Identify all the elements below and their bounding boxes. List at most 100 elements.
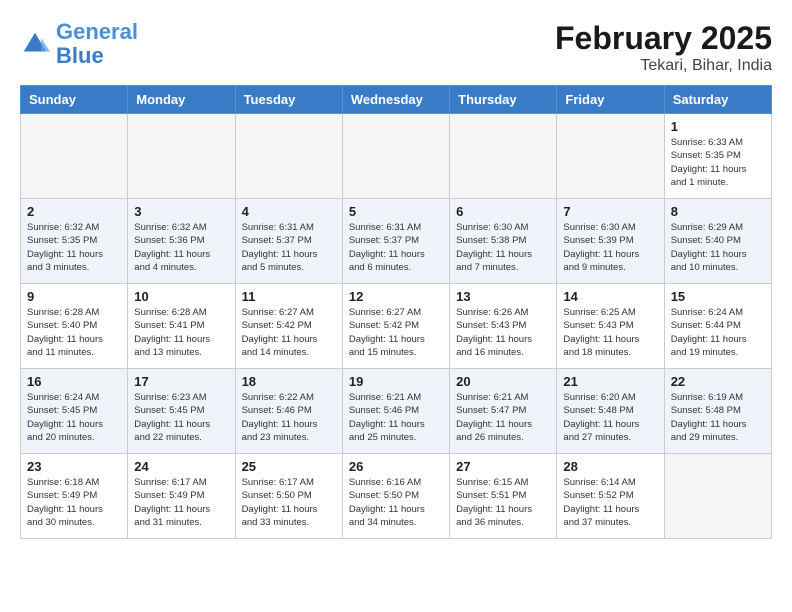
calendar-cell: 10 Sunrise: 6:28 AM Sunset: 5:41 PM Dayli… [128,284,235,369]
calendar-cell: 4Sunrise: 6:31 AM Sunset: 5:37 PM Daylig… [235,199,342,284]
day-number: 8 [671,204,765,219]
day-number: 22 [671,374,765,389]
day-number: 27 [456,459,550,474]
calendar-cell: 5 Sunrise: 6:31 AM Sunset: 5:37 PM Daylig… [342,199,449,284]
calendar-cell: 25 Sunrise: 6:17 AM Sunset: 5:50 PM Dayli… [235,454,342,539]
calendar-cell: 28Sunrise: 6:14 AM Sunset: 5:52 PM Dayli… [557,454,664,539]
calendar-cell: 19Sunrise: 6:21 AM Sunset: 5:46 PM Dayli… [342,369,449,454]
day-number: 2 [27,204,121,219]
calendar-cell: 22 Sunrise: 6:19 AM Sunset: 5:48 PM Dayli… [664,369,771,454]
calendar: SundayMondayTuesdayWednesdayThursdayFrid… [20,85,772,539]
day-number: 10 [134,289,228,304]
day-number: 17 [134,374,228,389]
logo-blue: Blue [56,43,104,68]
day-number: 13 [456,289,550,304]
day-number: 5 [349,204,443,219]
weekday-header-friday: Friday [557,86,664,114]
day-info: Sunrise: 6:27 AM Sunset: 5:42 PM Dayligh… [349,306,443,359]
calendar-cell [235,114,342,199]
day-info: Sunrise: 6:30 AM Sunset: 5:38 PM Dayligh… [456,221,550,274]
day-number: 18 [242,374,336,389]
calendar-cell: 12Sunrise: 6:27 AM Sunset: 5:42 PM Dayli… [342,284,449,369]
location: Tekari, Bihar, India [555,57,772,75]
day-number: 25 [242,459,336,474]
day-info: Sunrise: 6:31 AM Sunset: 5:37 PM Dayligh… [349,221,443,274]
calendar-cell [664,454,771,539]
day-info: Sunrise: 6:21 AM Sunset: 5:47 PM Dayligh… [456,391,550,444]
calendar-cell: 27 Sunrise: 6:15 AM Sunset: 5:51 PM Dayli… [450,454,557,539]
day-info: Sunrise: 6:17 AM Sunset: 5:49 PM Dayligh… [134,476,228,529]
day-number: 4 [242,204,336,219]
page-header: General Blue February 2025 Tekari, Bihar… [20,20,772,75]
day-info: Sunrise: 6:27 AM Sunset: 5:42 PM Dayligh… [242,306,336,359]
calendar-cell: 24 Sunrise: 6:17 AM Sunset: 5:49 PM Dayli… [128,454,235,539]
calendar-cell [128,114,235,199]
calendar-cell: 2 Sunrise: 6:32 AM Sunset: 5:35 PM Daylig… [21,199,128,284]
day-info: Sunrise: 6:22 AM Sunset: 5:46 PM Dayligh… [242,391,336,444]
day-info: Sunrise: 6:16 AM Sunset: 5:50 PM Dayligh… [349,476,443,529]
logo-icon [20,29,50,59]
day-number: 9 [27,289,121,304]
calendar-cell: 26 Sunrise: 6:16 AM Sunset: 5:50 PM Dayli… [342,454,449,539]
calendar-cell: 14 Sunrise: 6:25 AM Sunset: 5:43 PM Dayli… [557,284,664,369]
day-info: Sunrise: 6:24 AM Sunset: 5:44 PM Dayligh… [671,306,765,359]
calendar-cell: 1 Sunrise: 6:33 AM Sunset: 5:35 PM Daylig… [664,114,771,199]
day-number: 14 [563,289,657,304]
day-info: Sunrise: 6:25 AM Sunset: 5:43 PM Dayligh… [563,306,657,359]
day-number: 11 [242,289,336,304]
day-number: 26 [349,459,443,474]
calendar-cell: 9 Sunrise: 6:28 AM Sunset: 5:40 PM Daylig… [21,284,128,369]
calendar-cell: 17 Sunrise: 6:23 AM Sunset: 5:45 PM Dayli… [128,369,235,454]
logo-general: General [56,19,138,44]
weekday-header-monday: Monday [128,86,235,114]
calendar-cell: 6 Sunrise: 6:30 AM Sunset: 5:38 PM Daylig… [450,199,557,284]
calendar-cell [342,114,449,199]
weekday-header-sunday: Sunday [21,86,128,114]
calendar-cell: 13 Sunrise: 6:26 AM Sunset: 5:43 PM Dayli… [450,284,557,369]
day-number: 6 [456,204,550,219]
day-info: Sunrise: 6:18 AM Sunset: 5:49 PM Dayligh… [27,476,121,529]
weekday-header-row: SundayMondayTuesdayWednesdayThursdayFrid… [21,86,772,114]
calendar-cell: 18 Sunrise: 6:22 AM Sunset: 5:46 PM Dayli… [235,369,342,454]
calendar-cell [21,114,128,199]
weekday-header-tuesday: Tuesday [235,86,342,114]
logo: General Blue [20,20,138,68]
day-number: 19 [349,374,443,389]
day-number: 15 [671,289,765,304]
day-info: Sunrise: 6:23 AM Sunset: 5:45 PM Dayligh… [134,391,228,444]
weekday-header-thursday: Thursday [450,86,557,114]
title-block: February 2025 Tekari, Bihar, India [555,20,772,75]
day-number: 24 [134,459,228,474]
day-info: Sunrise: 6:29 AM Sunset: 5:40 PM Dayligh… [671,221,765,274]
day-info: Sunrise: 6:30 AM Sunset: 5:39 PM Dayligh… [563,221,657,274]
calendar-cell: 3Sunrise: 6:32 AM Sunset: 5:36 PM Daylig… [128,199,235,284]
calendar-cell: 15 Sunrise: 6:24 AM Sunset: 5:44 PM Dayli… [664,284,771,369]
week-row-3: 9 Sunrise: 6:28 AM Sunset: 5:40 PM Daylig… [21,284,772,369]
day-info: Sunrise: 6:28 AM Sunset: 5:41 PM Dayligh… [134,306,228,359]
weekday-header-saturday: Saturday [664,86,771,114]
day-number: 7 [563,204,657,219]
day-number: 1 [671,119,765,134]
calendar-cell [557,114,664,199]
day-info: Sunrise: 6:17 AM Sunset: 5:50 PM Dayligh… [242,476,336,529]
day-number: 16 [27,374,121,389]
week-row-2: 2 Sunrise: 6:32 AM Sunset: 5:35 PM Daylig… [21,199,772,284]
day-info: Sunrise: 6:19 AM Sunset: 5:48 PM Dayligh… [671,391,765,444]
calendar-cell: 20 Sunrise: 6:21 AM Sunset: 5:47 PM Dayli… [450,369,557,454]
calendar-cell: 11 Sunrise: 6:27 AM Sunset: 5:42 PM Dayli… [235,284,342,369]
logo-text: General Blue [56,20,138,68]
day-info: Sunrise: 6:26 AM Sunset: 5:43 PM Dayligh… [456,306,550,359]
day-info: Sunrise: 6:15 AM Sunset: 5:51 PM Dayligh… [456,476,550,529]
day-number: 20 [456,374,550,389]
day-info: Sunrise: 6:32 AM Sunset: 5:35 PM Dayligh… [27,221,121,274]
week-row-4: 16 Sunrise: 6:24 AM Sunset: 5:45 PM Dayli… [21,369,772,454]
day-info: Sunrise: 6:24 AM Sunset: 5:45 PM Dayligh… [27,391,121,444]
day-info: Sunrise: 6:28 AM Sunset: 5:40 PM Dayligh… [27,306,121,359]
calendar-cell: 16 Sunrise: 6:24 AM Sunset: 5:45 PM Dayli… [21,369,128,454]
calendar-cell: 21Sunrise: 6:20 AM Sunset: 5:48 PM Dayli… [557,369,664,454]
day-number: 21 [563,374,657,389]
calendar-cell: 8 Sunrise: 6:29 AM Sunset: 5:40 PM Daylig… [664,199,771,284]
day-number: 3 [134,204,228,219]
month-year: February 2025 [555,20,772,57]
day-info: Sunrise: 6:33 AM Sunset: 5:35 PM Dayligh… [671,136,765,189]
